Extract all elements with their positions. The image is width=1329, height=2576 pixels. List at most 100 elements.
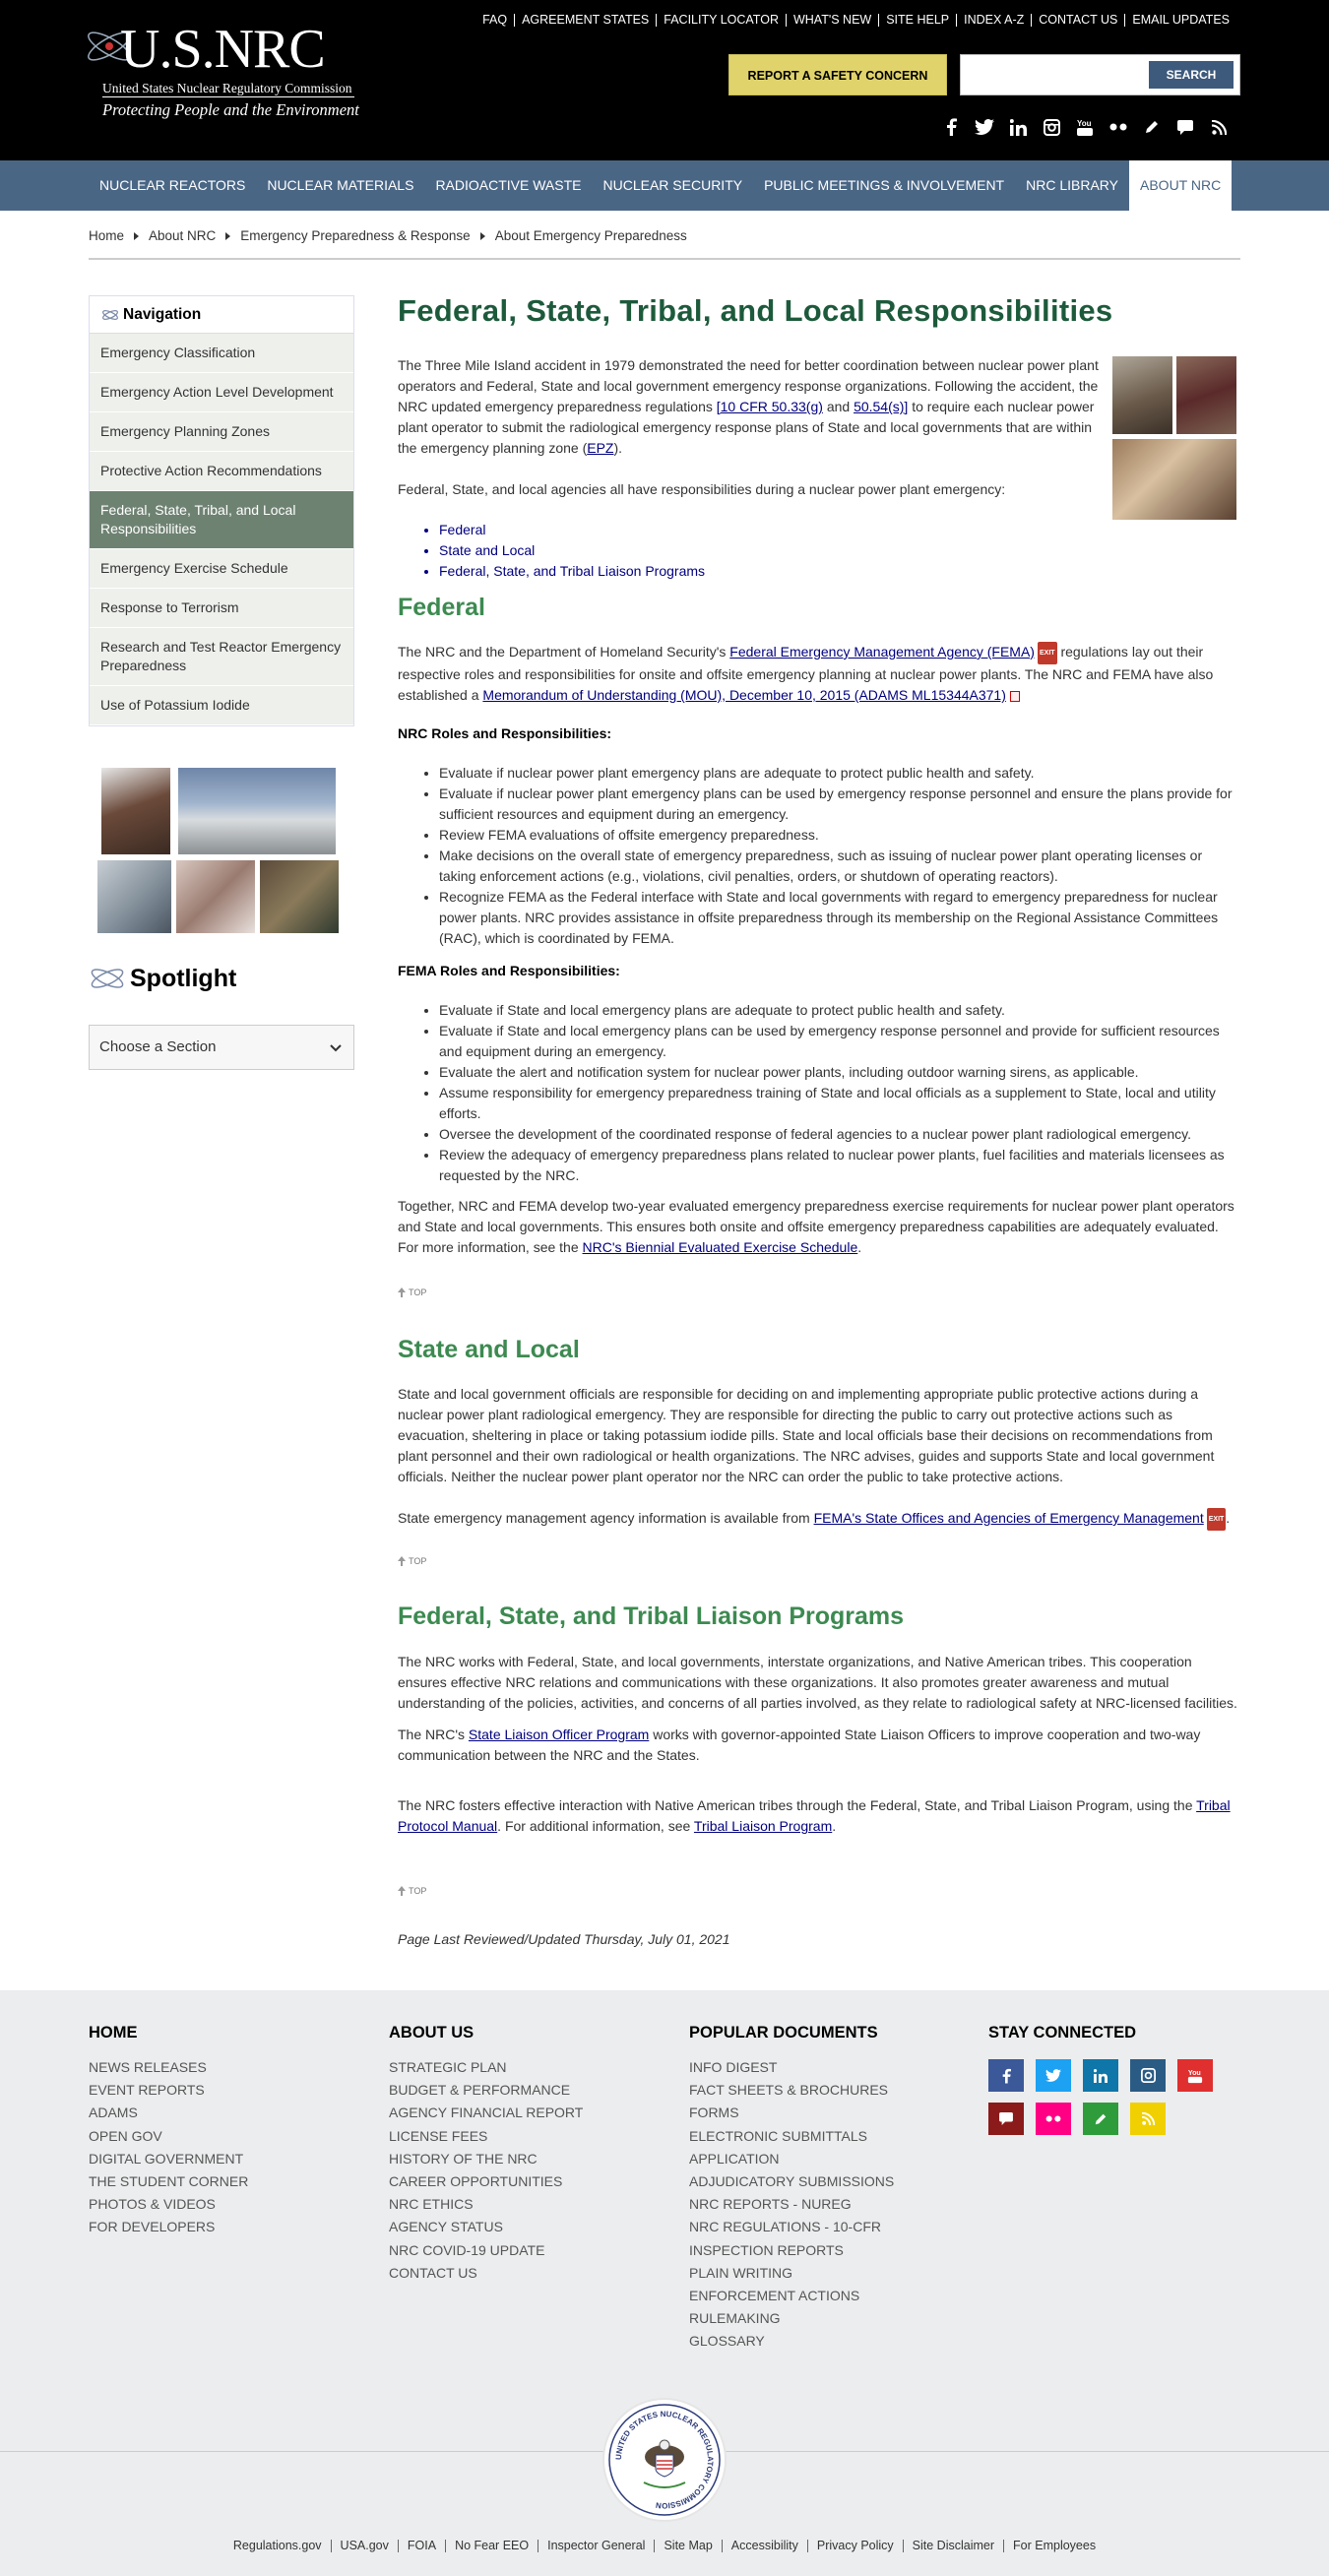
footer-link[interactable]: APPLICATION (689, 2148, 894, 2170)
footer-link[interactable]: NRC REPORTS - NUREG (689, 2193, 894, 2216)
link-biennial-schedule[interactable]: NRC's Biennial Evaluated Exercise Schedu… (583, 1239, 858, 1255)
chat-icon[interactable] (988, 2103, 1024, 2135)
sidebar-item-eal-development[interactable]: Emergency Action Level Development (90, 373, 353, 412)
footer-link[interactable]: AGENCY FINANCIAL REPORT (389, 2102, 583, 2124)
link-50-54s[interactable]: 50.54(s)] (854, 399, 908, 414)
footer-link[interactable]: OPEN GOV (89, 2125, 248, 2148)
footer-link[interactable]: NRC REGULATIONS - 10-CFR (689, 2216, 894, 2238)
back-to-top-link[interactable]: TOP (398, 1288, 426, 1297)
footer-link[interactable]: INFO DIGEST (689, 2056, 894, 2079)
utility-link-facility-locator[interactable]: FACILITY LOCATOR (656, 14, 786, 27)
nav-nrc-library[interactable]: NRC LIBRARY (1015, 160, 1129, 211)
facebook-icon[interactable] (934, 116, 968, 138)
bottom-link-employees[interactable]: For Employees (1003, 2540, 1105, 2552)
rss-icon[interactable] (1130, 2103, 1166, 2135)
youtube-icon[interactable]: You (1068, 116, 1102, 138)
utility-link-site-help[interactable]: SITE HELP (878, 14, 956, 27)
instagram-icon[interactable] (1130, 2059, 1166, 2092)
bottom-link-site-map[interactable]: Site Map (654, 2540, 721, 2552)
footer-heading[interactable]: ABOUT US (389, 2024, 583, 2042)
footer-link[interactable]: INSPECTION REPORTS (689, 2239, 894, 2262)
footer-link[interactable]: FORMS (689, 2102, 894, 2124)
link-fema[interactable]: Federal Emergency Management Agency (FEM… (729, 644, 1035, 660)
footer-link[interactable]: ADAMS (89, 2102, 248, 2124)
footer-link[interactable]: HISTORY OF THE NRC (389, 2148, 583, 2170)
footer-link[interactable]: THE STUDENT CORNER (89, 2170, 248, 2193)
utility-link-whats-new[interactable]: WHAT'S NEW (785, 14, 878, 27)
back-to-top-link[interactable]: TOP (398, 1886, 426, 1896)
youtube-icon[interactable]: You (1177, 2059, 1213, 2092)
search-input[interactable] (967, 61, 1144, 89)
sidebar-item-terrorism[interactable]: Response to Terrorism (90, 589, 353, 628)
bottom-link-accessibility[interactable]: Accessibility (721, 2540, 807, 2552)
footer-link[interactable]: FACT SHEETS & BROCHURES (689, 2079, 894, 2102)
linkedin-icon[interactable] (1001, 116, 1035, 138)
footer-link[interactable]: CAREER OPPORTUNITIES (389, 2170, 583, 2193)
twitter-icon[interactable] (1036, 2059, 1071, 2092)
breadcrumb-about-nrc[interactable]: About NRC (149, 228, 216, 243)
link-epz[interactable]: EPZ (587, 440, 613, 456)
link-fema-state-offices[interactable]: FEMA's State Offices and Agencies of Eme… (814, 1510, 1204, 1526)
utility-link-index[interactable]: INDEX A-Z (956, 14, 1031, 27)
search-button[interactable]: SEARCH (1149, 61, 1234, 89)
footer-link[interactable]: RULEMAKING (689, 2307, 894, 2330)
footer-link[interactable]: DIGITAL GOVERNMENT (89, 2148, 248, 2170)
toc-liaison[interactable]: Federal, State, and Tribal Liaison Progr… (439, 561, 988, 582)
footer-link[interactable]: NEWS RELEASES (89, 2056, 248, 2079)
flickr-icon[interactable] (1102, 116, 1135, 138)
footer-link[interactable]: GLOSSARY (689, 2330, 894, 2353)
utility-link-email-updates[interactable]: EMAIL UPDATES (1124, 14, 1236, 27)
footer-link[interactable]: FOR DEVELOPERS (89, 2216, 248, 2238)
sidebar-item-protective-action[interactable]: Protective Action Recommendations (90, 452, 353, 491)
nav-nuclear-security[interactable]: NUCLEAR SECURITY (593, 160, 754, 211)
bottom-link-usa-gov[interactable]: USA.gov (330, 2540, 398, 2552)
footer-link[interactable]: PLAIN WRITING (689, 2262, 894, 2285)
footer-heading[interactable]: HOME (89, 2024, 248, 2042)
footer-link[interactable]: CONTACT US (389, 2262, 583, 2285)
bottom-link-disclaimer[interactable]: Site Disclaimer (902, 2540, 1003, 2552)
footer-link[interactable]: PHOTOS & VIDEOS (89, 2193, 248, 2216)
utility-link-agreement-states[interactable]: AGREEMENT STATES (514, 14, 656, 27)
linkedin-icon[interactable] (1083, 2059, 1118, 2092)
nav-radioactive-waste[interactable]: RADIOACTIVE WASTE (424, 160, 592, 211)
toc-state-local[interactable]: State and Local (439, 540, 988, 561)
link-10cfr-50-33g[interactable]: [10 CFR 50.33(g) (717, 399, 823, 414)
breadcrumb-home[interactable]: Home (89, 228, 124, 243)
footer-link[interactable]: STRATEGIC PLAN (389, 2056, 583, 2079)
sidebar-item-responsibilities[interactable]: Federal, State, Tribal, and Local Respon… (90, 491, 353, 549)
footer-link[interactable]: EVENT REPORTS (89, 2079, 248, 2102)
footer-link[interactable]: AGENCY STATUS (389, 2216, 583, 2238)
pen-icon[interactable] (1135, 116, 1169, 138)
nav-about-nrc[interactable]: ABOUT NRC (1129, 160, 1233, 211)
utility-link-faq[interactable]: FAQ (475, 14, 514, 27)
facebook-icon[interactable] (988, 2059, 1024, 2092)
sidebar-item-planning-zones[interactable]: Emergency Planning Zones (90, 412, 353, 452)
chat-icon[interactable] (1169, 116, 1202, 138)
sidebar-item-emergency-classification[interactable]: Emergency Classification (90, 334, 353, 373)
spotlight-section-select[interactable]: Choose a Section (89, 1025, 354, 1070)
footer-link[interactable]: LICENSE FEES (389, 2125, 583, 2148)
flickr-icon[interactable] (1036, 2103, 1071, 2135)
bottom-link-inspector-general[interactable]: Inspector General (538, 2540, 654, 2552)
nav-nuclear-materials[interactable]: NUCLEAR MATERIALS (256, 160, 424, 211)
bottom-link-foia[interactable]: FOIA (397, 2540, 445, 2552)
footer-link[interactable]: ENFORCEMENT ACTIONS (689, 2285, 894, 2307)
link-state-liaison-officer[interactable]: State Liaison Officer Program (469, 1727, 649, 1742)
footer-link[interactable]: ADJUDICATORY SUBMISSIONS (689, 2170, 894, 2193)
footer-link[interactable]: ELECTRONIC SUBMITTALS (689, 2125, 894, 2148)
bottom-link-regulations[interactable]: Regulations.gov (224, 2540, 331, 2552)
toc-link-state-local[interactable]: State and Local (439, 542, 535, 558)
link-tribal-liaison-program[interactable]: Tribal Liaison Program (694, 1818, 832, 1834)
utility-link-contact[interactable]: CONTACT US (1031, 14, 1124, 27)
pen-icon[interactable] (1083, 2103, 1118, 2135)
breadcrumb-emergency-preparedness[interactable]: Emergency Preparedness & Response (240, 228, 470, 243)
link-mou[interactable]: Memorandum of Understanding (MOU), Decem… (482, 687, 1005, 703)
sidebar-item-potassium-iodide[interactable]: Use of Potassium Iodide (90, 686, 353, 725)
bottom-link-privacy[interactable]: Privacy Policy (806, 2540, 903, 2552)
toc-link-federal[interactable]: Federal (439, 522, 485, 537)
footer-link[interactable]: NRC ETHICS (389, 2193, 583, 2216)
footer-link[interactable]: NRC COVID-19 UPDATE (389, 2239, 583, 2262)
sidebar-item-exercise-schedule[interactable]: Emergency Exercise Schedule (90, 549, 353, 589)
nav-nuclear-reactors[interactable]: NUCLEAR REACTORS (89, 160, 256, 211)
report-safety-concern-button[interactable]: REPORT A SAFETY CONCERN (728, 54, 947, 95)
